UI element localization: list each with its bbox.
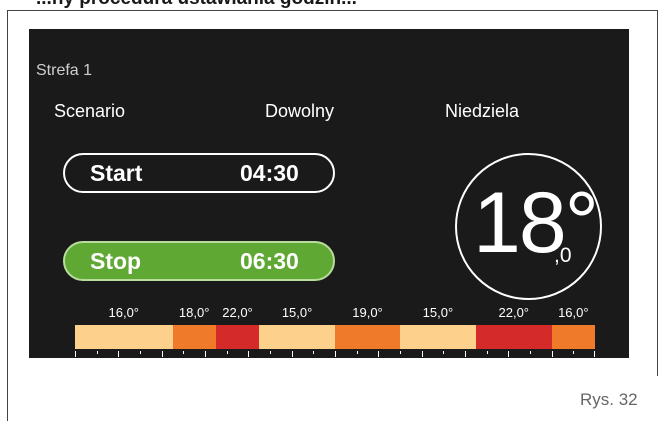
stop-time-button[interactable]: Stop 06:30 [63, 241, 335, 281]
segment-temperature-label: 16,0° [558, 305, 589, 320]
segment-temperature-label: 15,0° [422, 305, 454, 320]
schedule-segment[interactable] [259, 325, 335, 349]
page-heading: ...ny procedura ustawiania godzin... [0, 0, 665, 8]
hour-tick [400, 351, 401, 354]
stop-label: Stop [90, 247, 142, 274]
schedule-bar [75, 325, 595, 349]
schedule-segment[interactable] [335, 325, 400, 349]
thermostat-display: Strefa 1 Scenario Dowolny Niedziela Star… [29, 29, 629, 358]
stop-time: 06:30 [240, 247, 299, 274]
scenario-mode[interactable]: Dowolny [265, 101, 334, 122]
hour-tick [226, 351, 228, 354]
hour-tick [205, 351, 206, 357]
frame-left-line [7, 10, 8, 421]
temperature-setpoint-dial[interactable]: 18° ,0 [455, 153, 602, 300]
segment-temperature-label: 16,0° [108, 305, 140, 320]
hour-tick [378, 351, 380, 357]
page-heading-text: ...ny procedura ustawiania godzin... [36, 0, 357, 8]
temperature-integer: 18° [473, 175, 599, 271]
hour-tick [75, 351, 76, 357]
hour-tick [486, 351, 488, 354]
hour-tick [291, 351, 293, 357]
segment-temperature-label: 18,0° [178, 305, 210, 320]
hour-tick [530, 351, 531, 354]
start-label: Start [90, 159, 143, 186]
hour-tick [183, 351, 185, 354]
schedule-segment[interactable] [475, 325, 552, 349]
start-time: 04:30 [240, 159, 299, 186]
hour-tick [356, 351, 358, 354]
temperature-decimal: ,0 [554, 244, 572, 267]
hour-tick [465, 351, 466, 357]
zone-title: Strefa 1 [36, 62, 93, 79]
hour-tick [313, 351, 315, 354]
schedule-segment[interactable] [75, 325, 173, 349]
hour-tick [421, 351, 423, 357]
daily-schedule-timeline[interactable]: 16,0° 18,0° 22,0° 15,0° 19,0° 15,0° 22,0° 16,0°… [75, 305, 595, 358]
scenario-label: Scenario [54, 101, 126, 121]
schedule-segment[interactable] [215, 325, 260, 349]
schedule-segment[interactable] [172, 325, 216, 349]
frame-right-line [657, 10, 658, 376]
segment-temperature-label: 15,0° [281, 305, 313, 320]
start-time-button[interactable]: Start 04:30 [63, 153, 335, 193]
figure-caption: Rys. 32 [580, 390, 638, 409]
hour-tick [443, 351, 445, 354]
hour-tick [140, 351, 141, 354]
hour-tick [161, 351, 163, 357]
hour-tick [248, 351, 250, 357]
hour-tick [118, 351, 120, 357]
hour-tick [551, 351, 553, 357]
hour-tick [594, 351, 595, 357]
hour-tick [573, 351, 575, 354]
hour-tick [270, 351, 271, 354]
schedule-segment[interactable] [551, 325, 595, 349]
hour-tick [335, 351, 336, 357]
segment-temperature-label: 19,0° [352, 305, 383, 320]
hour-tick [96, 351, 98, 354]
schedule-segment[interactable] [400, 325, 476, 349]
hour-tick [508, 351, 510, 357]
day-label[interactable]: Niedziela [445, 101, 519, 122]
segment-temperature-label: 22,0° [222, 305, 253, 320]
segment-temperature-label: 22,0° [498, 305, 530, 320]
frame-top-line [7, 10, 658, 11]
